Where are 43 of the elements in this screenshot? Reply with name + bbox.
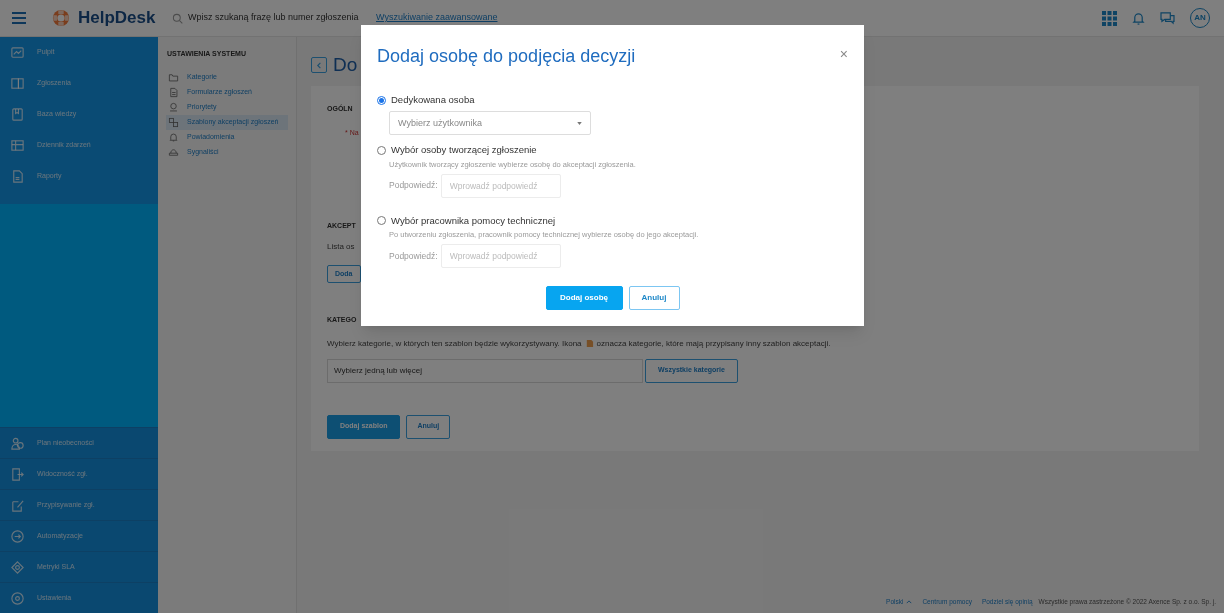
book-icon — [10, 107, 25, 122]
menu-icon — [12, 12, 26, 24]
section-text: Wybierz kategorie, w których ten szablon będzie wykorzystywany. Ikona — [327, 337, 582, 350]
document-icon — [10, 169, 25, 184]
cards-icon — [10, 76, 25, 91]
option-label: Wybór pracownika pomocy technicznej — [391, 213, 556, 228]
people-icon — [10, 435, 25, 451]
folder-icon — [168, 71, 179, 83]
diamond-icon — [10, 559, 25, 575]
bell-icon — [168, 131, 179, 143]
page-title: Do — [333, 53, 358, 77]
cancel-button[interactable]: Anuluj — [628, 286, 680, 311]
hint-label: Podpowiedź: — [389, 249, 438, 263]
back-button[interactable] — [311, 57, 327, 74]
document-icon — [168, 86, 179, 98]
grid-icon[interactable] — [1102, 10, 1117, 26]
dropdown-arrow-icon — [577, 121, 582, 125]
chart-icon — [10, 45, 25, 60]
settings-icon — [10, 590, 25, 606]
close-button[interactable]: × — [839, 47, 848, 61]
door-arrow-icon — [10, 466, 25, 482]
document-icon — [584, 339, 594, 348]
lifebuoy-icon — [52, 9, 70, 27]
squares-icon — [168, 116, 179, 128]
option-label: Dedykowana osoba — [391, 93, 475, 107]
search-field[interactable]: Wpisz szukaną frazę lub numer zgłoszenia — [188, 11, 368, 25]
advanced-search-link[interactable]: Wyszukiwanie zaawansowane — [376, 11, 498, 25]
table-icon — [10, 138, 25, 153]
chevron-up-icon — [906, 600, 913, 604]
arrow-circle-icon — [10, 528, 25, 544]
search-icon — [172, 12, 183, 24]
chat-icon[interactable] — [1160, 11, 1175, 25]
chevron-left-icon — [315, 61, 323, 69]
category-field[interactable]: Wybierz jedną lub więcej — [327, 358, 643, 383]
add-person-button[interactable]: Dodaj osobę — [545, 286, 623, 311]
bell-icon[interactable] — [1132, 11, 1145, 25]
dialog-title: Dodaj osobę do podjęcia decyzji — [377, 45, 636, 68]
section-text: Lista os — [327, 241, 356, 253]
section-text: oznacza kategorie, które mają przypisany inny szablon akceptacji. — [596, 337, 831, 350]
option-label: Wybór osoby tworzącej zgłoszenie — [391, 143, 537, 158]
app-name: HelpDesk — [78, 7, 156, 30]
hint-label: Podpowiedź: — [389, 179, 438, 193]
user-select[interactable]: Wybierz użytkownika — [389, 111, 591, 136]
